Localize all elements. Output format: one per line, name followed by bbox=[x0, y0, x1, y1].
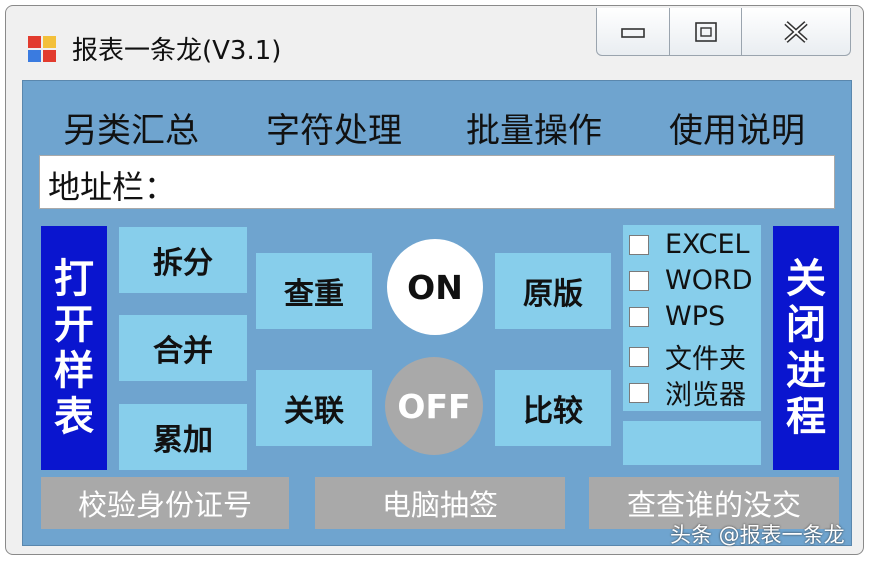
checkbox-box[interactable] bbox=[629, 270, 649, 291]
open-sample-label: 打开样表 bbox=[54, 256, 94, 440]
checkbox-label: WORD bbox=[665, 265, 753, 296]
address-bar[interactable]: 地址栏： bbox=[39, 155, 835, 209]
compare-button[interactable]: 比较 bbox=[495, 370, 611, 446]
client-area: 另类汇总 字符处理 批量操作 使用说明 地址栏： 打开样表 拆分 合并 累加 查… bbox=[22, 80, 852, 546]
computer-draw-button[interactable]: 电脑抽签 bbox=[315, 477, 565, 529]
verify-id-button[interactable]: 校验身份证号 bbox=[41, 477, 289, 529]
menu-item-help[interactable]: 使用说明 bbox=[669, 103, 805, 152]
checkbox-wps[interactable]: WPS bbox=[629, 301, 725, 332]
checkbox-excel[interactable]: EXCEL bbox=[629, 229, 750, 260]
open-sample-button[interactable]: 打开样表 bbox=[41, 226, 107, 470]
checkbox-label: WPS bbox=[665, 301, 726, 332]
watermark: 头条 @报表一条龙 bbox=[670, 523, 845, 547]
off-button[interactable]: OFF bbox=[385, 357, 483, 455]
checkbox-label: 文件夹 bbox=[665, 344, 746, 375]
window-controls bbox=[596, 8, 851, 56]
address-label: 地址栏： bbox=[48, 168, 177, 206]
checkbox-browser[interactable]: 浏览器 bbox=[629, 373, 746, 412]
on-button[interactable]: ON bbox=[387, 239, 483, 335]
original-button[interactable]: 原版 bbox=[495, 253, 611, 329]
checkbox-word[interactable]: WORD bbox=[629, 265, 753, 296]
checkbox-box[interactable] bbox=[629, 382, 649, 403]
minimize-icon bbox=[621, 27, 645, 38]
window-title: 报表一条龙(V3.1) bbox=[72, 36, 282, 66]
menu-item-summary[interactable]: 另类汇总 bbox=[63, 103, 199, 152]
minimize-button[interactable] bbox=[597, 8, 670, 55]
checkbox-box[interactable] bbox=[629, 234, 649, 255]
app-icon bbox=[28, 36, 58, 64]
merge-button[interactable]: 合并 bbox=[119, 315, 247, 381]
menu-item-text[interactable]: 字符处理 bbox=[266, 103, 402, 152]
close-process-button[interactable]: 关闭进程 bbox=[773, 226, 839, 470]
app-checkbox-panel: EXCEL WORD WPS 文件夹 浏览器 bbox=[623, 225, 761, 411]
close-button[interactable] bbox=[742, 8, 850, 55]
menu-item-batch[interactable]: 批量操作 bbox=[466, 103, 602, 152]
checkbox-folder[interactable]: 文件夹 bbox=[629, 337, 746, 376]
associate-button[interactable]: 关联 bbox=[256, 370, 372, 446]
checkbox-label: EXCEL bbox=[665, 229, 750, 260]
checkbox-box[interactable] bbox=[629, 306, 649, 327]
maximize-icon bbox=[694, 21, 717, 42]
maximize-button[interactable] bbox=[670, 8, 743, 55]
app-window: 报表一条龙(V3.1) 另类汇总 字符处理 批量操作 使用说明 地址栏： 打开样… bbox=[5, 5, 864, 555]
close-icon bbox=[784, 20, 808, 43]
dedupe-button[interactable]: 查重 bbox=[256, 253, 372, 329]
checkbox-label: 浏览器 bbox=[665, 380, 746, 411]
accumulate-button[interactable]: 累加 bbox=[119, 404, 247, 470]
close-process-label: 关闭进程 bbox=[786, 256, 826, 440]
split-button[interactable]: 拆分 bbox=[119, 227, 247, 293]
title-bar[interactable]: 报表一条龙(V3.1) bbox=[6, 6, 863, 76]
checkbox-box[interactable] bbox=[629, 346, 649, 367]
blank-button[interactable] bbox=[623, 421, 761, 465]
